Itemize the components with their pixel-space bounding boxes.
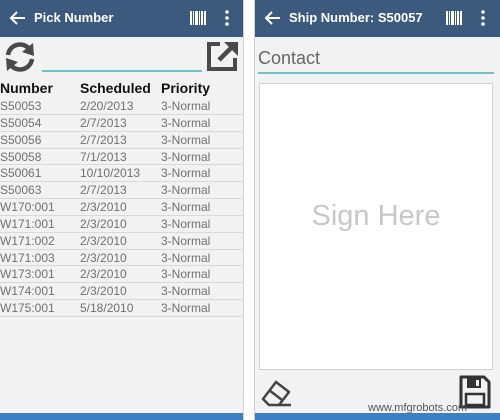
cell-scheduled: 2/3/2010 xyxy=(80,267,127,282)
cell-number: W174:001 xyxy=(0,284,55,299)
table-row[interactable]: S50053 2/20/2013 3-Normal xyxy=(0,98,243,115)
app-bar: Pick Number xyxy=(0,0,243,37)
cell-number: S50053 xyxy=(0,99,42,113)
column-header-priority[interactable]: Priority xyxy=(161,80,210,96)
app-bar: Ship Number: S50057 xyxy=(255,0,500,37)
cell-number: W171:003 xyxy=(0,250,55,265)
cell-scheduled: 2/3/2010 xyxy=(80,233,127,248)
eraser-icon[interactable] xyxy=(259,376,293,408)
table-row[interactable]: W171:003 2/3/2010 3-Normal xyxy=(0,250,243,267)
table-row[interactable]: S50058 7/1/2013 3-Normal xyxy=(0,149,243,166)
table-row[interactable]: S50061 10/10/2013 3-Normal xyxy=(0,165,243,183)
cell-scheduled: 2/3/2010 xyxy=(80,216,127,231)
pick-number-screen: Pick Number Number Scheduled Priority S5… xyxy=(0,0,244,420)
cell-scheduled: 5/18/2010 xyxy=(80,301,134,316)
bottom-bar xyxy=(255,413,500,420)
table-row[interactable]: W171:001 2/3/2010 3-Normal xyxy=(0,216,243,233)
cell-priority: 3-Normal xyxy=(161,149,211,164)
export-icon[interactable] xyxy=(206,40,240,72)
table-row[interactable]: W174:001 2/3/2010 3-Normal xyxy=(0,283,243,301)
cell-scheduled: 2/3/2010 xyxy=(80,284,127,299)
cell-number: S50063 xyxy=(0,183,42,198)
search-input[interactable] xyxy=(42,43,202,72)
table-row[interactable]: S50054 2/7/2013 3-Normal xyxy=(0,115,243,132)
cell-number: W175:001 xyxy=(0,301,55,316)
table-row[interactable]: W173:001 2/3/2010 3-Normal xyxy=(0,266,243,284)
table-row[interactable]: W175:001 5/18/2010 3-Normal xyxy=(0,300,243,317)
pick-list: S50053 2/20/2013 3-Normal S50054 2/7/2013 3-… xyxy=(0,98,243,317)
cell-priority: 3-Normal xyxy=(161,216,211,231)
cell-priority: 3-Normal xyxy=(161,284,211,299)
contact-field[interactable] xyxy=(258,44,494,74)
watermark-text: www.mfgrobots.com xyxy=(368,402,468,414)
cell-priority: 3-Normal xyxy=(161,200,211,215)
table-header: Number Scheduled Priority xyxy=(0,80,243,96)
cell-number: S50056 xyxy=(0,132,42,147)
cell-number: S50061 xyxy=(0,166,42,181)
page-title: Ship Number: S50057 xyxy=(289,10,423,25)
back-arrow-icon[interactable] xyxy=(6,6,30,30)
cell-priority: 3-Normal xyxy=(161,301,211,316)
table-row[interactable]: S50056 2/7/2013 3-Normal xyxy=(0,132,243,149)
cell-scheduled: 2/20/2013 xyxy=(80,99,134,113)
cell-number: W171:001 xyxy=(0,216,55,231)
cell-scheduled: 2/7/2013 xyxy=(80,115,127,130)
cell-number: S50054 xyxy=(0,115,42,130)
cell-scheduled: 10/10/2013 xyxy=(80,166,141,181)
cell-priority: 3-Normal xyxy=(161,250,211,265)
signature-hint: Sign Here xyxy=(311,200,441,232)
table-row[interactable]: W170:001 2/3/2010 3-Normal xyxy=(0,199,243,216)
barcode-icon[interactable] xyxy=(445,10,463,26)
more-vert-icon[interactable] xyxy=(222,8,232,28)
table-row[interactable]: S50063 2/7/2013 3-Normal xyxy=(0,182,243,200)
barcode-icon[interactable] xyxy=(189,10,207,26)
back-arrow-icon[interactable] xyxy=(261,6,285,30)
cell-scheduled: 2/7/2013 xyxy=(80,132,127,147)
cell-priority: 3-Normal xyxy=(161,267,211,282)
cell-scheduled: 2/7/2013 xyxy=(80,183,127,198)
cell-number: W171:002 xyxy=(0,233,55,248)
cell-number: W173:001 xyxy=(0,267,55,282)
refresh-icon[interactable] xyxy=(2,41,38,73)
cell-priority: 3-Normal xyxy=(161,115,211,130)
ship-number-screen: Ship Number: S50057 Sign Here xyxy=(254,0,500,420)
cell-priority: 3-Normal xyxy=(161,233,211,248)
page-title: Pick Number xyxy=(34,10,114,25)
signature-pad[interactable]: Sign Here xyxy=(259,83,493,370)
cell-priority: 3-Normal xyxy=(161,99,211,113)
cell-scheduled: 7/1/2013 xyxy=(80,149,127,164)
table-row[interactable]: W171:002 2/3/2010 3-Normal xyxy=(0,233,243,250)
cell-scheduled: 2/3/2010 xyxy=(80,200,127,215)
cell-number: W170:001 xyxy=(0,200,55,215)
bottom-bar xyxy=(0,413,243,420)
cell-priority: 3-Normal xyxy=(161,166,211,181)
more-vert-icon[interactable] xyxy=(478,8,488,28)
cell-priority: 3-Normal xyxy=(161,132,211,147)
cell-priority: 3-Normal xyxy=(161,183,211,198)
cell-scheduled: 2/3/2010 xyxy=(80,250,127,265)
cell-number: S50058 xyxy=(0,149,42,164)
column-header-number[interactable]: Number xyxy=(0,80,53,96)
column-header-scheduled[interactable]: Scheduled xyxy=(80,80,151,96)
